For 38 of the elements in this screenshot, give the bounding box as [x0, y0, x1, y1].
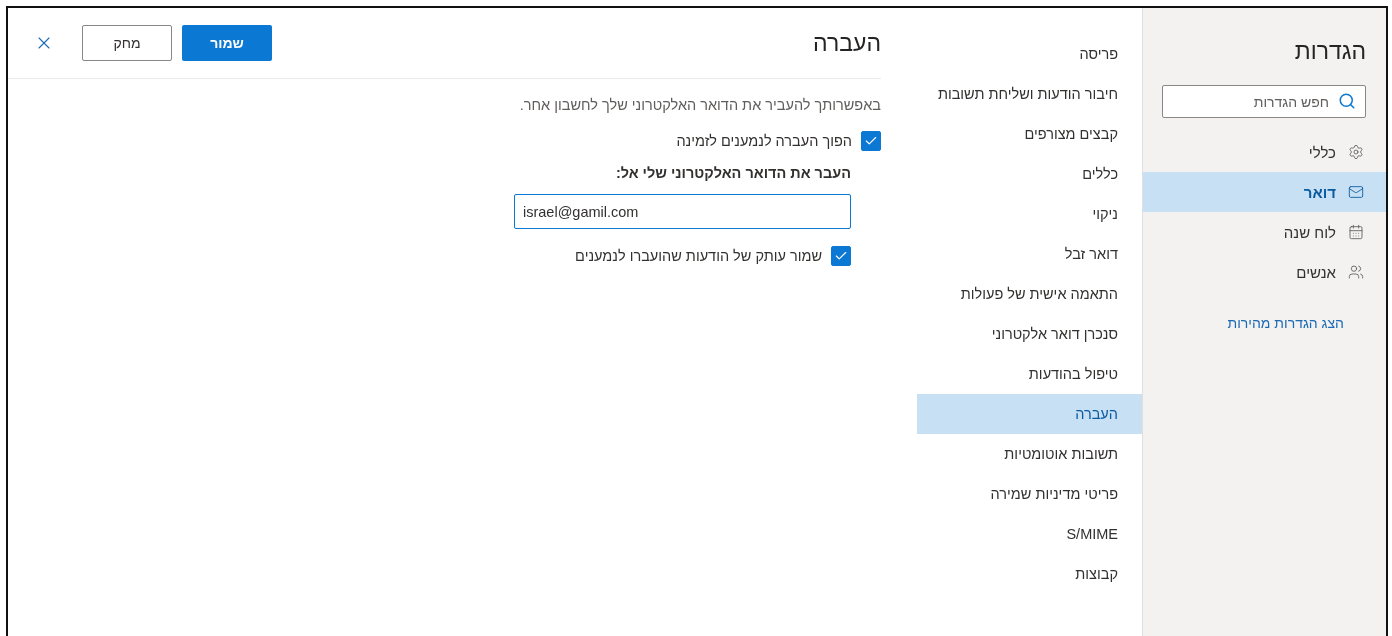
nav-item[interactable]: חיבור הודעות ושליחת תשובות	[917, 74, 1142, 114]
mail-icon	[1348, 184, 1364, 200]
checkbox-label: הפוך העברה לנמענים לזמינה	[676, 133, 852, 149]
check-icon	[834, 249, 848, 263]
calendar-icon	[1348, 224, 1364, 240]
nav-item[interactable]: התאמה אישית של פעולות	[917, 274, 1142, 314]
page-title: העברה	[812, 29, 881, 57]
description: באפשרותך להעביר את הדואר האלקטרוני שלך לחשבון אחר.	[519, 97, 881, 113]
nav-item[interactable]: פריסה	[917, 34, 1142, 74]
email-field[interactable]: israel@gamil.com	[514, 194, 851, 229]
nav-item[interactable]: תשובות אוטומטיות	[917, 434, 1142, 474]
nav-item[interactable]: קבוצות	[917, 554, 1142, 594]
settings-title: הגדרות	[1293, 37, 1367, 66]
sidebar-item[interactable]: לוח שנה	[1143, 212, 1386, 252]
nav-item[interactable]: פריטי מדיניות שמירה	[917, 474, 1142, 514]
field-label: העבר את הדואר האלקטרוני שלי אל:	[615, 165, 851, 181]
sidebar-item[interactable]: כללי	[1143, 132, 1386, 172]
checkbox-label: שמור עותק של הודעות שהועברו לנמענים	[575, 248, 822, 264]
checkbox[interactable]	[831, 246, 851, 266]
search-icon	[1338, 92, 1356, 110]
sidebar-item[interactable]: דואר	[1143, 172, 1386, 212]
discard-button[interactable]: מחק	[82, 25, 172, 61]
nav-item[interactable]: טיפול בהודעות	[917, 354, 1142, 394]
checkbox[interactable]	[861, 131, 881, 151]
sidebar-item[interactable]: אנשים	[1143, 252, 1386, 292]
quick-settings-link[interactable]: הצג הגדרות מהירות	[1227, 315, 1344, 331]
nav-item[interactable]: העברה	[917, 394, 1142, 434]
nav-item[interactable]: קבצים מצורפים	[917, 114, 1142, 154]
nav-item[interactable]: S/MIME	[917, 514, 1142, 554]
nav-item[interactable]: דואר זבל	[917, 234, 1142, 274]
people-icon	[1348, 264, 1364, 280]
check-icon	[864, 134, 878, 148]
nav-item[interactable]: כללים	[917, 154, 1142, 194]
search-field[interactable]: חפש הגדרות	[1162, 85, 1366, 118]
nav-item[interactable]: סנכרן דואר אלקטרוני	[917, 314, 1142, 354]
settings-icon	[1348, 144, 1364, 160]
nav-item[interactable]: ניקוי	[917, 194, 1142, 234]
save-button[interactable]: שמור	[182, 25, 272, 61]
